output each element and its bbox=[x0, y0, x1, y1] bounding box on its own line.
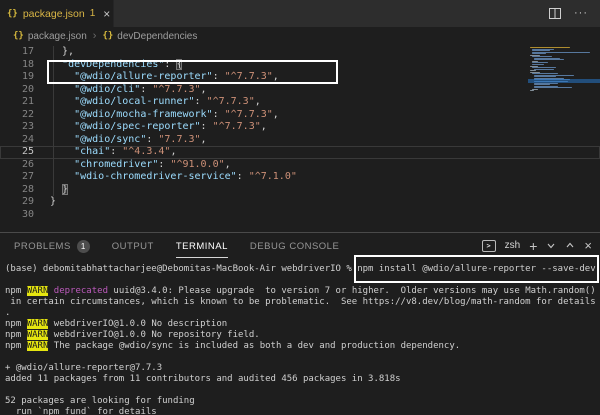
json-file-icon: {} bbox=[7, 9, 18, 19]
terminal-line: . bbox=[5, 308, 600, 319]
code-line-20[interactable]: 20 "@wdio/cli": "^7.7.3", bbox=[0, 84, 600, 97]
line-number: 25 bbox=[0, 146, 34, 159]
code-line-29[interactable]: 29} bbox=[0, 196, 600, 209]
line-number: 19 bbox=[0, 71, 34, 84]
terminal-line: + @wdio/allure-reporter@7.7.3 bbox=[5, 363, 600, 374]
json-icon: {} bbox=[102, 31, 113, 41]
line-number: 21 bbox=[0, 96, 34, 109]
line-number: 29 bbox=[0, 196, 34, 209]
code-text: "@wdio/cli": "^7.7.3", bbox=[34, 84, 207, 97]
line-number: 24 bbox=[0, 134, 34, 147]
terminal-line: added 11 packages from 11 contributors a… bbox=[5, 374, 600, 385]
highlight-box-allure-reporter-line bbox=[47, 60, 338, 84]
code-text: "@wdio/sync": "7.7.3", bbox=[34, 134, 207, 147]
new-terminal-icon[interactable]: + bbox=[529, 239, 537, 253]
panel-tabs: PROBLEMS 1 OUTPUT TERMINAL DEBUG CONSOLE bbox=[14, 233, 339, 258]
panel-tab-problems[interactable]: PROBLEMS 1 bbox=[14, 233, 90, 258]
code-text: "wdio-chromedriver-service": "^7.1.0" bbox=[34, 171, 297, 184]
breadcrumb-item-devdependencies[interactable]: {} devDependencies bbox=[102, 31, 197, 42]
line-number: 28 bbox=[0, 184, 34, 197]
code-line-30[interactable]: 30 bbox=[0, 209, 600, 222]
panel-tab-label: DEBUG CONSOLE bbox=[250, 241, 339, 252]
line-number: 17 bbox=[0, 46, 34, 59]
terminal-line: 52 packages are looking for funding bbox=[5, 396, 600, 407]
terminal-line: run `npm fund` for details bbox=[5, 407, 600, 415]
minimap-rows bbox=[528, 47, 600, 91]
minimap[interactable] bbox=[528, 45, 600, 232]
terminal-dropdown-icon[interactable] bbox=[546, 241, 556, 250]
close-panel-icon[interactable]: × bbox=[584, 239, 592, 252]
line-number: 27 bbox=[0, 171, 34, 184]
line-number: 18 bbox=[0, 59, 34, 72]
problems-count-badge: 1 bbox=[77, 240, 90, 253]
code-line-21[interactable]: 21 "@wdio/local-runner": "^7.7.3", bbox=[0, 96, 600, 109]
terminal-line bbox=[5, 352, 600, 363]
panel-tab-terminal[interactable]: TERMINAL bbox=[176, 233, 228, 258]
code-text: "chai": "^4.3.4", bbox=[34, 146, 176, 159]
code-line-24[interactable]: 24 "@wdio/sync": "7.7.3", bbox=[0, 134, 600, 147]
panel-tab-debug-console[interactable]: DEBUG CONSOLE bbox=[250, 233, 339, 258]
breadcrumb-label: devDependencies bbox=[117, 31, 197, 42]
tab-package-json[interactable]: {} package.json 1 × bbox=[0, 0, 114, 27]
code-text: "@wdio/mocha-framework": "^7.7.3", bbox=[34, 109, 279, 122]
close-tab-icon[interactable]: × bbox=[103, 8, 110, 20]
panel-tab-label: OUTPUT bbox=[112, 241, 154, 252]
terminal-controls: > zsh + × bbox=[482, 239, 592, 253]
breadcrumb-separator-icon: › bbox=[93, 30, 97, 42]
json-icon: {} bbox=[13, 31, 24, 41]
code-line-22[interactable]: 22 "@wdio/mocha-framework": "^7.7.3", bbox=[0, 109, 600, 122]
editor-tab-bar: {} package.json 1 × ··· bbox=[0, 0, 600, 27]
tab-title: package.json bbox=[23, 8, 85, 20]
terminal-line: npm WARN webdriverIO@1.0.0 No descriptio… bbox=[5, 319, 600, 330]
split-editor-icon[interactable] bbox=[549, 8, 561, 19]
more-actions-icon[interactable]: ··· bbox=[574, 8, 588, 19]
code-text: "@wdio/spec-reporter": "^7.7.3", bbox=[34, 121, 267, 134]
terminal-line: npm WARN The package @wdio/sync is inclu… bbox=[5, 341, 600, 352]
breadcrumb-item-package.json[interactable]: {} package.json bbox=[13, 31, 87, 42]
panel-tab-label: PROBLEMS bbox=[14, 241, 71, 252]
terminal-line: npm WARN deprecated uuid@3.4.0: Please u… bbox=[5, 286, 600, 297]
code-text bbox=[34, 209, 50, 222]
highlight-box-npm-install-command bbox=[354, 255, 599, 283]
code-text: }, bbox=[34, 46, 74, 59]
code-line-25[interactable]: 25 "chai": "^4.3.4", bbox=[0, 146, 600, 159]
line-number: 30 bbox=[0, 209, 34, 222]
panel-tab-output[interactable]: OUTPUT bbox=[112, 233, 154, 258]
editor: 17 },18 "devDependencies": {19 "@wdio/al… bbox=[0, 45, 600, 232]
code-text: } bbox=[34, 196, 56, 209]
code-text: "chromedriver": "^91.0.0", bbox=[34, 159, 231, 172]
code-line-28[interactable]: 28 } bbox=[0, 184, 600, 197]
line-number: 23 bbox=[0, 121, 34, 134]
line-number: 20 bbox=[0, 84, 34, 97]
code-text: } bbox=[34, 184, 68, 197]
line-number: 22 bbox=[0, 109, 34, 122]
breadcrumb: {} package.json › {} devDependencies bbox=[0, 27, 600, 45]
code-line-26[interactable]: 26 "chromedriver": "^91.0.0", bbox=[0, 159, 600, 172]
terminal-line bbox=[5, 385, 600, 396]
breadcrumb-label: package.json bbox=[28, 31, 87, 42]
vscode-window: {} package.json 1 × ··· {}package.json›{… bbox=[0, 0, 600, 415]
line-number: 26 bbox=[0, 159, 34, 172]
code-line-27[interactable]: 27 "wdio-chromedriver-service": "^7.1.0" bbox=[0, 171, 600, 184]
terminal-shell-label[interactable]: zsh bbox=[505, 240, 521, 251]
code-line-23[interactable]: 23 "@wdio/spec-reporter": "^7.7.3", bbox=[0, 121, 600, 134]
maximize-panel-icon[interactable] bbox=[565, 241, 575, 250]
panel-tab-label: TERMINAL bbox=[176, 241, 228, 252]
code-text: "@wdio/local-runner": "^7.7.3", bbox=[34, 96, 261, 109]
terminal-shell-icon: > bbox=[482, 240, 496, 252]
code-line-17[interactable]: 17 }, bbox=[0, 46, 600, 59]
terminal-line: npm WARN webdriverIO@1.0.0 No repository… bbox=[5, 330, 600, 341]
tab-problems-badge: 1 bbox=[90, 8, 96, 19]
terminal-line: in certain circumstances, which is known… bbox=[5, 297, 600, 308]
minimap-current-line-band bbox=[528, 79, 600, 83]
